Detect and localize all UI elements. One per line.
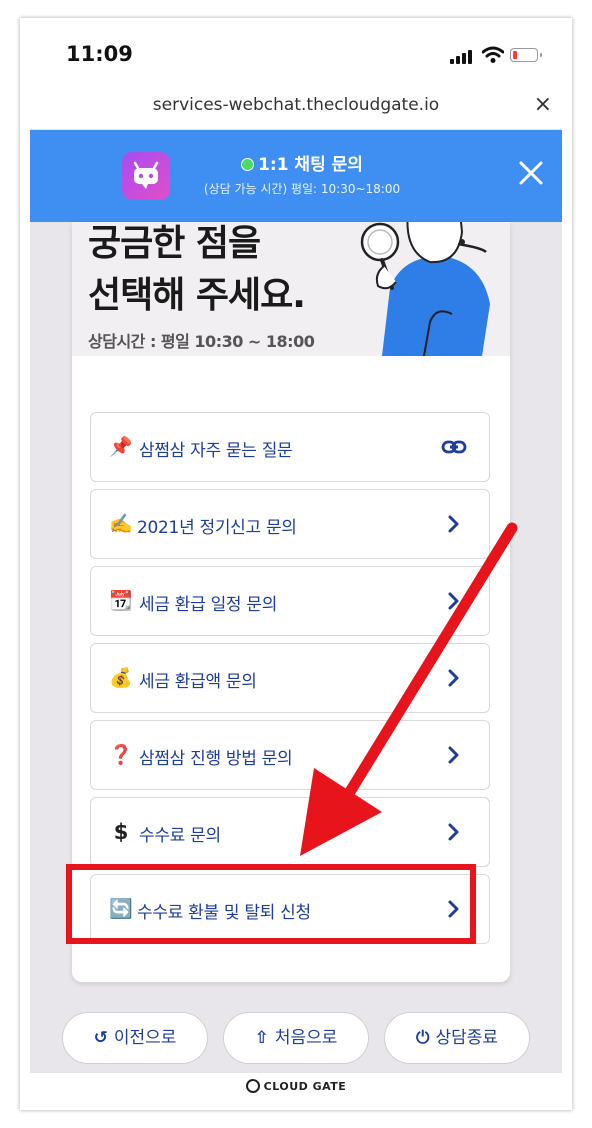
brand-name: CLOUD GATE	[30, 1079, 562, 1093]
arrow-up-icon: ⇧	[254, 1028, 269, 1048]
undo-icon: ↺	[93, 1028, 108, 1048]
cloudgate-logo-icon	[245, 1079, 260, 1093]
close-browser-button[interactable]: ×	[534, 92, 552, 117]
wifi-icon	[482, 46, 504, 63]
menu-item-label: 삼쩜삼 자주 묻는 질문	[139, 441, 293, 461]
menu-item-label: 2021년 정기신고 문의	[137, 518, 297, 538]
question-mark-icon: ❓	[109, 744, 133, 766]
welcome-banner: 궁금한 점을 선택해 주세요. 상담시간 : 평일 10:30 ~ 18:00	[72, 222, 510, 356]
close-chat-button[interactable]	[514, 156, 548, 190]
end-chat-button-label: 상담종료	[435, 1028, 498, 1048]
screenshot-frame: 11:09 services-webchat.thecloudgate.io ×	[20, 18, 572, 1110]
battery-icon	[510, 48, 542, 62]
agent-illustration	[360, 222, 490, 356]
calendar-icon: 📆	[109, 590, 133, 612]
browser-url-bar: services-webchat.thecloudgate.io ×	[30, 84, 562, 130]
link-icon	[441, 440, 467, 454]
highlight-box	[66, 864, 476, 944]
bot-avatar	[122, 152, 170, 200]
url-text[interactable]: services-webchat.thecloudgate.io	[30, 95, 562, 115]
money-bag-icon: 💰	[109, 667, 133, 689]
power-icon: ⏻	[415, 1028, 430, 1048]
chat-title: 1:1 채팅 문의	[192, 150, 412, 175]
cellular-signal-icon	[450, 50, 474, 64]
status-bar: 11:09	[30, 28, 562, 84]
chat-subtitle: (상담 가능 시간) 평일: 10:30~18:00	[203, 182, 401, 196]
writing-hand-icon: ✍️	[109, 513, 133, 535]
menu-item-label: 세금 환급액 문의	[139, 672, 257, 692]
chatbot-icon	[133, 161, 159, 189]
prev-button[interactable]: ↺ 이전으로	[62, 1012, 208, 1064]
chat-title-text: 1:1 채팅 문의	[258, 155, 363, 175]
menu-item-label: 세금 환급 일정 문의	[139, 595, 278, 615]
banner-hours: 상담시간 : 평일 10:30 ~ 18:00	[88, 332, 315, 351]
prev-button-label: 이전으로	[113, 1028, 177, 1048]
home-button[interactable]: ⇧ 처음으로	[223, 1012, 369, 1064]
brand-footer: CLOUD GATE	[30, 1072, 562, 1100]
menu-item-label: 삼쩜삼 진행 방법 문의	[139, 749, 293, 769]
status-time: 11:09	[66, 42, 133, 66]
home-button-label: 처음으로	[274, 1028, 338, 1048]
banner-heading-line1: 궁금한 점을	[88, 223, 261, 264]
chat-header: 1:1 채팅 문의 (상담 가능 시간) 평일: 10:30~18:00	[30, 130, 562, 222]
menu-item-label: 수수료 문의	[139, 826, 221, 846]
end-chat-button[interactable]: ⏻ 상담종료	[384, 1012, 530, 1064]
annotation-arrow	[300, 522, 518, 856]
menu-item-faq[interactable]: 📌 삼쩜삼 자주 묻는 질문	[90, 412, 490, 482]
brand-name-text: CLOUD GATE	[263, 1080, 347, 1093]
online-status-icon	[241, 158, 255, 171]
pushpin-icon: 📌	[109, 436, 133, 458]
banner-heading-line2: 선택해 주세요.	[88, 275, 306, 316]
dollar-sign-icon: $	[113, 820, 129, 844]
